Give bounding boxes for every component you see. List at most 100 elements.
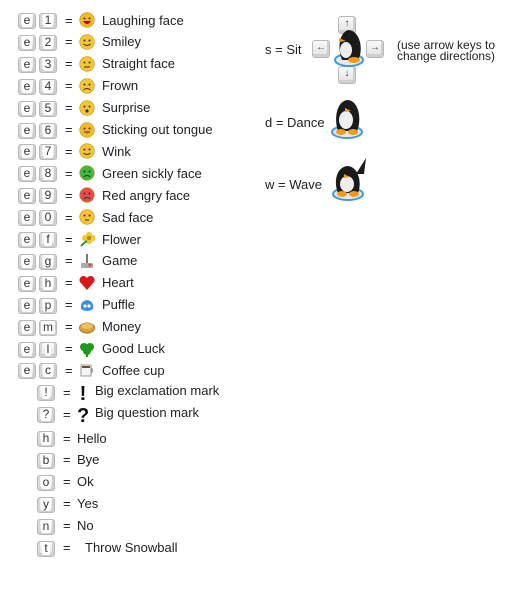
key-label: e [21, 144, 33, 159]
key-label: e [21, 210, 33, 225]
key-label: ? [40, 407, 52, 421]
arrow-left-key: ← [312, 40, 330, 58]
key-h: h [39, 275, 57, 292]
emote-label: Sticking out tongue [102, 122, 213, 137]
equals-sign: = [65, 253, 73, 269]
key-label: e [21, 275, 33, 290]
key-label: 6 [42, 122, 54, 137]
key-e: e [18, 166, 36, 183]
word-label: Yes [77, 496, 99, 512]
word-row: n = No [37, 516, 94, 536]
emote-row: e 2 = Smiley [18, 32, 141, 52]
key-label: t [42, 540, 50, 555]
key-label: 3 [42, 56, 54, 71]
key-e: e [18, 122, 36, 139]
key-g: g [39, 253, 57, 270]
tongue-icon [79, 121, 95, 138]
key-7: 7 [39, 144, 57, 161]
emote-row: e 7 = Wink [18, 141, 131, 161]
key-label: e [21, 188, 33, 203]
key-y: y [37, 496, 55, 513]
emote-row: e 3 = Straight face [18, 54, 175, 74]
symbol-label: Big exclamation mark [95, 382, 220, 398]
key-label: e [21, 253, 33, 268]
sick-face-icon [79, 165, 95, 181]
game-icon [79, 253, 95, 269]
coffee-cup-icon [79, 362, 95, 378]
emote-label: Surprise [102, 100, 151, 116]
arrow-down-key: ↓ [338, 66, 356, 84]
key-e: e [18, 275, 36, 292]
key-9: 9 [39, 188, 57, 205]
sit-label: s = Sit [265, 42, 302, 57]
equals-sign: = [65, 319, 73, 335]
arrow-keys-note: (use arrow keys to change directions) [397, 39, 495, 62]
emote-row: e c = Coffee cup [18, 360, 165, 380]
flower-icon [79, 231, 96, 247]
emote-row: e m = Money [18, 317, 141, 337]
equals-sign: = [63, 474, 71, 490]
emote-label: Straight face [102, 56, 175, 72]
key-label: ! [42, 385, 50, 399]
key-e: e [18, 188, 36, 205]
key-c: c [39, 363, 57, 380]
key-e: e [18, 100, 36, 117]
puffle-icon [79, 297, 95, 313]
emote-row: e g = Game [18, 251, 137, 271]
emote-row: e 8 = Green sickly face [18, 163, 202, 183]
equals-sign: = [65, 122, 73, 137]
word-row: h = Hello [37, 428, 107, 448]
key-label: y [41, 496, 51, 511]
word-label: Hello [77, 430, 107, 446]
key-8: 8 [39, 166, 57, 183]
key-3: 3 [39, 56, 57, 73]
equals-sign: = [65, 12, 73, 28]
sad-face-icon [79, 209, 95, 225]
key-label: b [40, 452, 52, 467]
emote-row: e l = Good Luck [18, 339, 165, 359]
laughing-face-icon [79, 12, 95, 28]
key-label: e [21, 122, 33, 137]
emote-row: e 0 = Sad face [18, 207, 153, 227]
angry-face-icon [79, 187, 95, 203]
word-label: Throw Snowball [85, 540, 178, 555]
equals-sign: = [65, 231, 73, 247]
key-label: 2 [42, 34, 54, 49]
symbol-label: Big question mark [95, 404, 200, 420]
equals-sign: = [65, 143, 73, 159]
word-label: No [77, 518, 94, 534]
equals-sign: = [65, 56, 73, 72]
emote-row: e 9 = Red angry face [18, 185, 190, 205]
emote-row: e f = Flower [18, 229, 141, 249]
key-t: t [37, 540, 55, 557]
equals-sign: = [65, 34, 73, 50]
emote-label: Frown [102, 78, 139, 94]
key-e: e [18, 319, 36, 336]
dancing-penguin-icon [331, 100, 363, 139]
key-e: e [18, 341, 36, 358]
key-label: g [42, 253, 54, 268]
equals-sign: = [63, 430, 71, 446]
key-label: e [21, 232, 33, 246]
key-label: e [21, 78, 33, 93]
key-label: f [44, 232, 52, 246]
dance-label: d = Dance [265, 115, 325, 130]
clover-icon [79, 341, 95, 357]
equals-sign: = [65, 297, 73, 313]
question-icon: ? [77, 404, 90, 427]
equals-sign: = [65, 341, 73, 356]
key-e: e [18, 210, 36, 227]
equals-sign: = [65, 165, 73, 181]
key-p: p [39, 297, 57, 314]
key-label: c [43, 363, 53, 378]
key-symbol: ! [37, 385, 55, 401]
key-e: e [18, 34, 36, 51]
emote-label: Heart [102, 275, 134, 291]
key-symbol: ? [37, 407, 55, 423]
sitting-penguin-icon [334, 30, 364, 67]
key-e: e [18, 253, 36, 270]
word-row: y = Yes [37, 494, 98, 514]
key-h: h [37, 431, 55, 447]
key-label: e [21, 319, 33, 334]
surprise-icon [79, 99, 95, 116]
